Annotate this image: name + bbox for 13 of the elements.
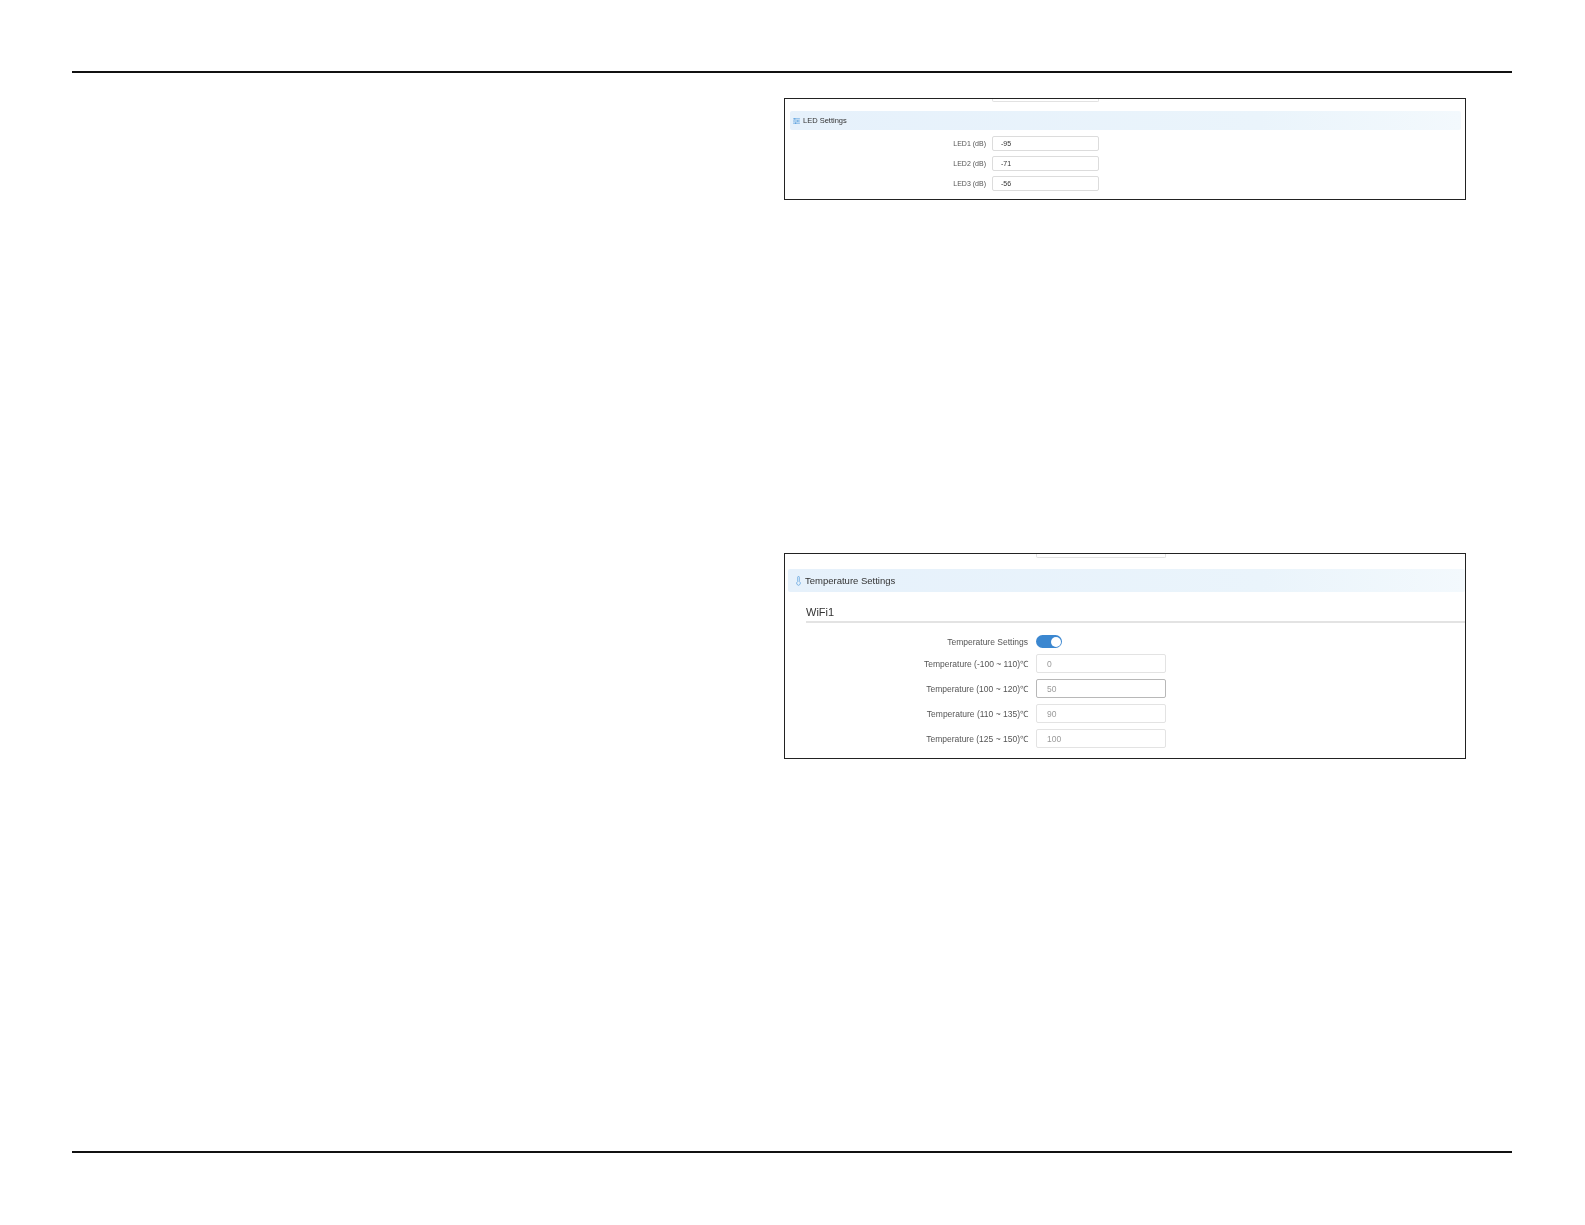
section-heading: WiFi1 — [806, 606, 835, 618]
field-label: Temperature Settings — [947, 636, 1028, 647]
thermometer-icon — [796, 575, 801, 586]
input-field[interactable]: 50 — [1036, 679, 1166, 698]
field-label: Temperature (125 ~ 150)℃ — [926, 733, 1028, 744]
section-title: Temperature Settings — [805, 575, 896, 586]
field-label: Temperature (-100 ~ 110)℃ — [924, 658, 1028, 669]
input-field[interactable] — [1036, 554, 1166, 558]
field-label: Temperature (110 ~ 135)℃ — [926, 708, 1028, 719]
input-field[interactable] — [992, 99, 1099, 102]
field-label: Temperature (100 ~ 120)℃ — [926, 683, 1028, 694]
toggle-switch[interactable] — [1036, 635, 1062, 648]
sliders-icon — [793, 117, 800, 124]
